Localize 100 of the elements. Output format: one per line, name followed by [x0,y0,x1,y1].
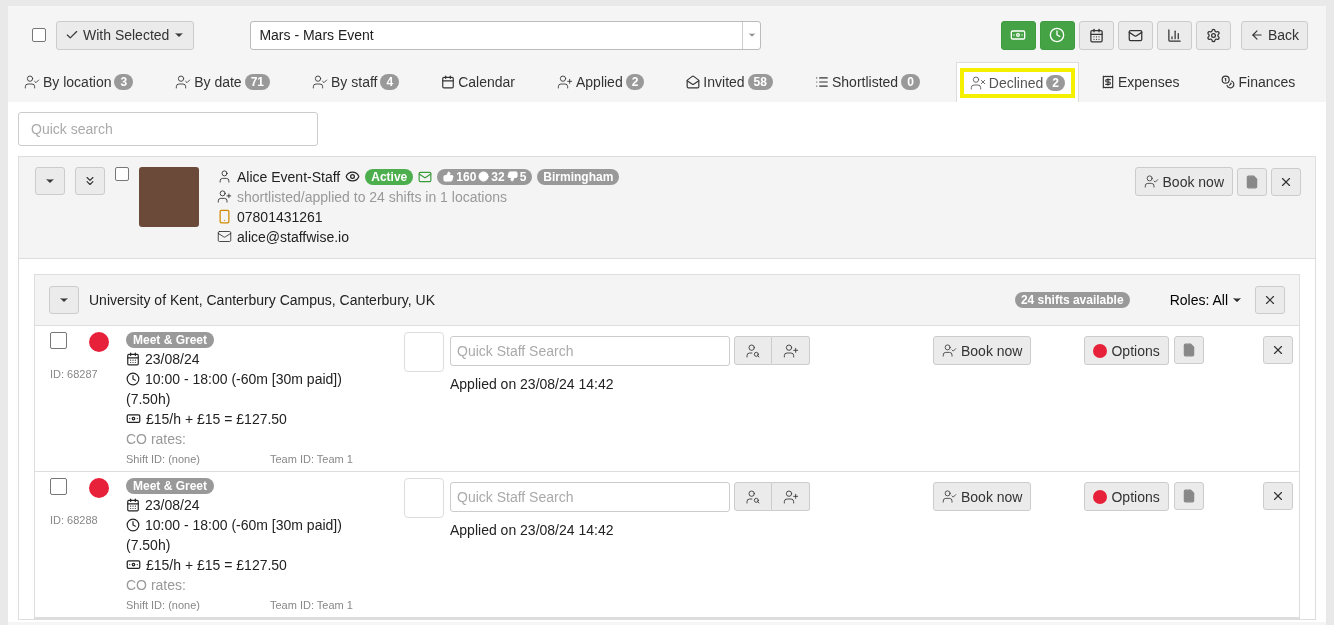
document-button[interactable] [1173,482,1204,510]
user-x-icon [969,74,986,91]
document-icon [1181,489,1196,503]
shift-pay: £15/h + £15 = £127.50 [146,556,287,573]
user-check-icon [942,343,957,358]
email-address: alice@staffwise.io [237,228,349,245]
document-button[interactable] [1237,167,1267,196]
close-icon [1263,293,1277,307]
search-staff-button[interactable] [734,336,772,365]
add-staff-button[interactable] [772,482,810,511]
money-icon [1010,27,1027,43]
count-badge: 71 [244,74,270,90]
rating-badge: 160 32 5 [437,168,533,185]
user-plus-icon [782,342,799,359]
staff-slot [404,478,444,518]
with-selected-dropdown[interactable]: With Selected [56,20,195,50]
book-now-button[interactable]: Book now [1134,167,1233,196]
count-badge: 2 [1046,74,1065,91]
circle-icon [478,171,490,182]
shift-id-label: Shift ID: (none) [126,599,200,611]
add-staff-button[interactable] [772,336,810,365]
staff-checkbox[interactable] [115,167,129,181]
toolbar-button[interactable] [1195,20,1231,50]
expand-all-button[interactable] [75,167,105,195]
clock-icon [126,517,140,532]
document-icon [1181,343,1196,357]
book-now-button[interactable]: Book now [933,336,1032,365]
co-rates-label: CO rates: [126,576,186,593]
count-badge: 58 [747,74,773,90]
phone-icon [217,209,232,224]
quick-search-field[interactable]: Quick search [18,112,318,146]
count-badge: 0 [901,74,920,90]
count-badge: 2 [625,74,645,90]
staff-search-field[interactable]: Quick Staff Search [450,482,730,512]
shift-pay: £15/h + £15 = £127.50 [146,410,287,427]
team-id-label: Team ID: Team 1 [270,599,353,611]
calendar-icon [1088,27,1104,43]
co-rates-label: CO rates: [126,430,186,447]
tab[interactable]: Invited 58 [680,62,779,102]
toolbar-button[interactable] [1117,20,1153,50]
close-button[interactable] [1255,286,1285,314]
tab[interactable]: Applied 2 [550,62,651,102]
count-badge: 4 [380,74,400,90]
arrow-left-icon [1249,28,1264,42]
tab[interactable]: By location 3 [18,62,140,102]
list-icon [814,75,829,89]
shift-checkbox[interactable] [50,478,67,495]
shift-date: 23/08/24 [145,350,200,367]
search-staff-button[interactable] [734,482,772,511]
tab[interactable]: Calendar [435,62,521,102]
shift-checkbox[interactable] [50,332,67,349]
tab[interactable]: Shortlisted 0 [808,62,926,102]
team-id-label: Team ID: Team 1 [270,453,353,465]
back-button[interactable]: Back [1240,20,1308,50]
user-icon [217,169,232,184]
staff-slot [404,332,444,372]
close-button[interactable] [1271,167,1301,196]
user-check-icon [312,74,328,90]
tab[interactable]: Finances [1215,62,1302,102]
clock-icon [1049,27,1066,43]
document-icon [1245,174,1259,189]
close-button[interactable] [1263,482,1293,510]
user-plus-icon [782,488,799,505]
calendar-icon [126,351,140,366]
options-button[interactable]: Options [1084,336,1169,365]
settings-icon [1205,27,1221,43]
calendar-icon [441,75,456,89]
tab[interactable]: Declined 2 [955,62,1079,102]
book-now-button[interactable]: Book now [933,482,1032,511]
toolbar-button[interactable] [1078,20,1114,50]
select-all-checkbox[interactable] [32,28,46,42]
mail-icon [217,229,232,244]
close-button[interactable] [1263,336,1293,364]
shift-hours: (7.50h) [126,390,171,407]
photo-placeholder [139,167,199,227]
document-button[interactable] [1173,336,1204,364]
tab[interactable]: Expenses [1095,62,1186,102]
shift-date: 23/08/24 [145,496,200,513]
shifts-available-badge: 24 shifts available [1014,292,1130,308]
expand-button[interactable] [49,286,79,314]
staff-search-field[interactable]: Quick Staff Search [450,336,730,366]
expand-button[interactable] [35,167,65,195]
user-plus-icon [217,189,232,204]
calendar-icon [126,497,140,512]
mail-icon [418,169,433,184]
user-plus-icon [556,74,573,90]
close-icon [1271,489,1285,503]
check-icon [65,28,79,42]
options-button[interactable]: Options [1084,482,1169,511]
event-select[interactable]: Mars - Mars Event [250,20,762,50]
user-check-icon [1143,174,1159,189]
tab[interactable]: By staff 4 [306,62,406,102]
double-chevron-icon [83,174,97,188]
receipt-icon [1101,75,1115,89]
mail-icon [1127,27,1143,43]
roles-filter[interactable]: Roles: All [1169,292,1243,308]
tab[interactable]: By date 71 [169,62,276,102]
staff-summary: shortlisted/applied to 24 shifts in 1 locations [237,188,508,205]
phone-number: 07801431261 [237,208,323,225]
toolbar-button[interactable] [1156,20,1192,50]
